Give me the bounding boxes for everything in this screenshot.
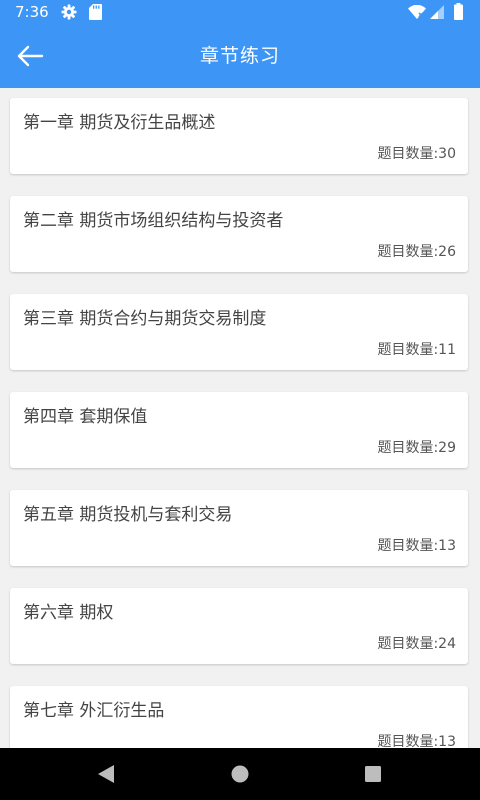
- cell-signal-icon: [430, 5, 444, 19]
- chapter-card[interactable]: 第二章 期货市场组织结构与投资者 题目数量:26: [10, 196, 468, 272]
- sd-card-icon: [89, 4, 102, 20]
- chapter-title: 第五章 期货投机与套利交易: [23, 505, 233, 525]
- chapter-card[interactable]: 第四章 套期保值 题目数量:29: [10, 392, 468, 468]
- status-bar: 7:36: [0, 0, 480, 24]
- chapter-title: 第二章 期货市场组织结构与投资者: [23, 211, 284, 231]
- chapter-title: 第四章 套期保值: [23, 407, 148, 427]
- nav-back-icon[interactable]: [97, 764, 115, 784]
- question-count: 题目数量:13: [377, 538, 456, 554]
- chapter-title: 第六章 期权: [23, 603, 114, 623]
- question-count: 题目数量:26: [377, 244, 456, 260]
- navigation-bar: [0, 748, 480, 800]
- question-count: 题目数量:13: [377, 734, 456, 748]
- chapter-card[interactable]: 第六章 期权 题目数量:24: [10, 588, 468, 664]
- nav-recents-icon[interactable]: [365, 766, 381, 782]
- chapter-title: 第一章 期货及衍生品概述: [23, 113, 216, 133]
- chapter-card[interactable]: 第三章 期货合约与期货交易制度 题目数量:11: [10, 294, 468, 370]
- chapter-card[interactable]: 第五章 期货投机与套利交易 题目数量:13: [10, 490, 468, 566]
- battery-icon: [454, 3, 463, 20]
- app-bar: 章节练习: [0, 24, 480, 88]
- chapter-card[interactable]: 第一章 期货及衍生品概述 题目数量:30: [10, 98, 468, 174]
- question-count: 题目数量:24: [377, 636, 456, 652]
- question-count: 题目数量:29: [377, 440, 456, 456]
- chapter-title: 第三章 期货合约与期货交易制度: [23, 309, 267, 329]
- chapter-list[interactable]: 第一章 期货及衍生品概述 题目数量:30 第二章 期货市场组织结构与投资者 题目…: [0, 88, 480, 748]
- status-time: 7:36: [15, 3, 49, 21]
- chapter-card[interactable]: 第七章 外汇衍生品 题目数量:13: [10, 686, 468, 748]
- page-title: 章节练习: [199, 45, 280, 67]
- nav-home-icon[interactable]: [231, 765, 249, 783]
- gear-icon: [61, 4, 77, 20]
- chapter-title: 第七章 外汇衍生品: [23, 701, 165, 721]
- question-count: 题目数量:30: [377, 146, 456, 162]
- question-count: 题目数量:11: [377, 342, 456, 358]
- wifi-icon: [408, 5, 426, 19]
